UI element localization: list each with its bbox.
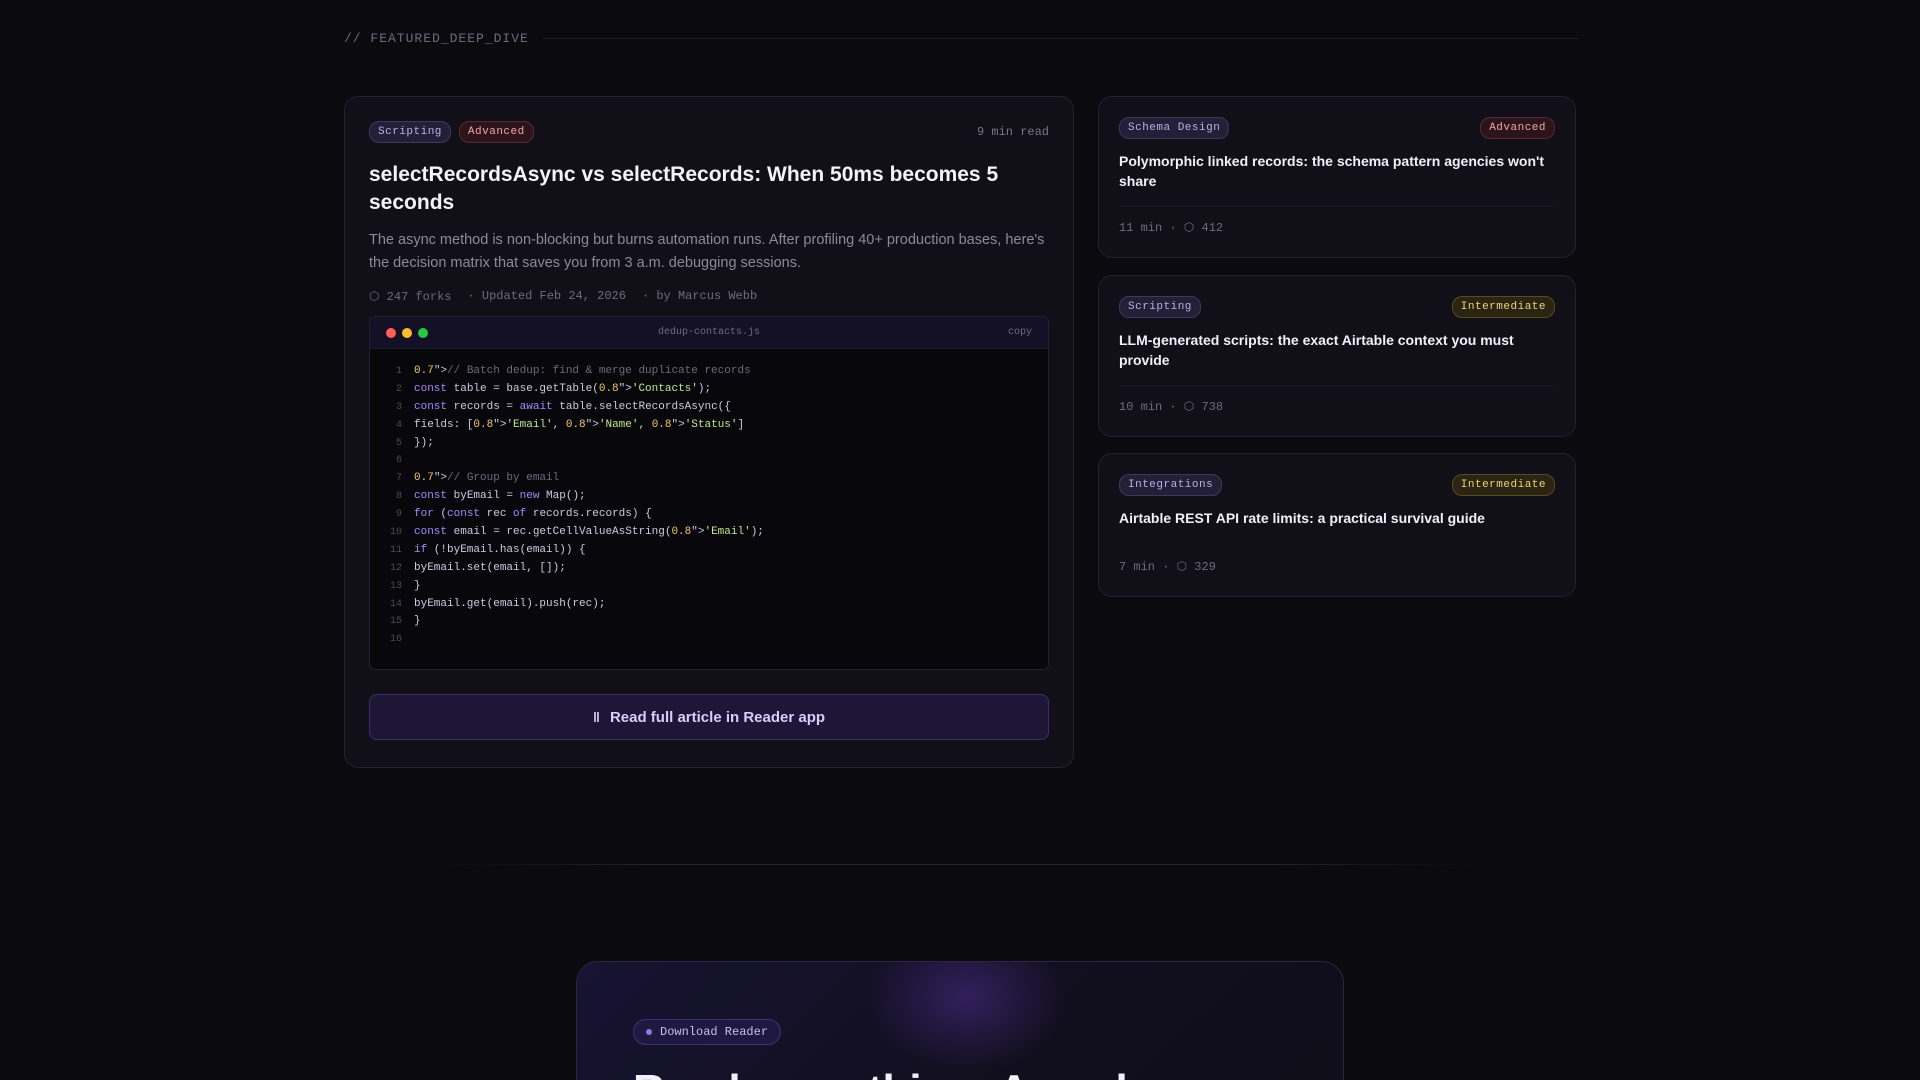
section-divider	[440, 864, 1480, 865]
code-line: 5});	[370, 435, 1048, 453]
featured-tag-row: Scripting Advanced 9 min read	[369, 121, 1049, 143]
code-line: 9 for (const rec of records.records) {	[370, 506, 1048, 524]
divider	[1119, 385, 1555, 386]
line-number: 10	[389, 527, 402, 539]
line-number: 14	[389, 598, 402, 610]
line-number: 15	[389, 616, 402, 628]
side-article-card[interactable]: Integrations Intermediate Airtable REST …	[1098, 453, 1576, 597]
section-rule	[542, 38, 1578, 39]
line-number: 6	[395, 455, 402, 467]
tag-advanced[interactable]: Advanced	[458, 121, 534, 143]
promo-glow	[867, 962, 1067, 1072]
code-text: const table = base.getTable(0.8">'Contac…	[414, 382, 712, 395]
side-article-card[interactable]: Schema Design Advanced Polymorphic linke…	[1098, 96, 1576, 258]
forks-count: ⬡ 247 forks	[369, 290, 452, 304]
code-body: 1 0.7">// Batch dedup: find & merge dupli…	[370, 349, 1048, 649]
code-line: 1 0.7">// Batch dedup: find & merge dupli…	[370, 363, 1048, 381]
code-line: 4 fields: [0.8">'Email', 0.8">'Name', 0.8…	[370, 417, 1048, 435]
code-text: const records = await table.selectRecord…	[414, 400, 731, 413]
featured-description: The async method is non-blocking but bur…	[369, 232, 1045, 271]
tag-level[interactable]: Intermediate	[1451, 296, 1555, 318]
code-text: fields: [0.8">'Email', 0.8">'Name', 0.8"…	[414, 418, 745, 431]
tag-level[interactable]: Advanced	[1480, 117, 1555, 139]
side-article-stats: 11 min · ⬡ 412	[1119, 221, 1224, 235]
line-number: 8	[395, 491, 402, 503]
side-article-title[interactable]: Airtable REST API rate limits: a practic…	[1119, 508, 1555, 528]
line-number: 16	[389, 634, 402, 646]
read-full-article-button[interactable]: ‖ Read full article in Reader app	[369, 694, 1049, 740]
line-number: 7	[395, 473, 402, 485]
code-window: dedup-contacts.js copy 1 0.7">// Batch de…	[369, 316, 1049, 670]
line-number: 11	[389, 544, 402, 556]
tag-level[interactable]: Intermediate	[1451, 474, 1555, 496]
tag-scripting[interactable]: Scripting	[369, 121, 451, 143]
promo-headline: Read everything. Anywh	[633, 1066, 1142, 1080]
code-text: }	[414, 615, 421, 628]
line-number: 3	[395, 401, 402, 413]
copy-button[interactable]: copy	[1008, 327, 1032, 338]
code-line: 11 if (!byEmail.has(email)) {	[370, 542, 1048, 560]
code-line: 2 const table = base.getTable(0.8">'Conta…	[370, 381, 1048, 399]
code-text: const email = rec.getCellValueAsString(0…	[414, 526, 764, 539]
code-line: 14 byEmail.get(email).push(rec);	[370, 596, 1048, 614]
divider	[1119, 206, 1555, 207]
line-number: 1	[395, 366, 402, 377]
download-reader-promo: Download Reader Read everything. Anywh	[576, 961, 1344, 1080]
line-number: 2	[395, 383, 402, 395]
tag-category[interactable]: Schema Design	[1119, 117, 1230, 139]
code-text: if (!byEmail.has(email)) {	[414, 543, 586, 556]
code-line: 7 0.7">// Group by email	[370, 470, 1048, 488]
code-line: 12 byEmail.set(email, []);	[370, 560, 1048, 578]
code-line: 8 const byEmail = new Map();	[370, 488, 1048, 506]
tag-category[interactable]: Integrations	[1119, 474, 1223, 496]
featured-article-card[interactable]: Scripting Advanced 9 min read selectReco…	[344, 96, 1074, 768]
featured-meta: ⬡ 247 forks · Updated Feb 24, 2026 · by …	[369, 289, 1049, 304]
code-text: byEmail.set(email, []);	[414, 561, 566, 574]
side-article-stats: 7 min · ⬡ 329	[1119, 560, 1216, 574]
updated-date: · Updated Feb 24, 2026	[467, 289, 626, 303]
author: · by Marcus Webb	[641, 289, 758, 303]
line-number: 9	[395, 509, 402, 521]
code-text: 0.7">// Group by email	[414, 472, 560, 485]
section-header: // FEATURED_DEEP_DIVE	[344, 31, 1578, 46]
code-line: 15}	[370, 613, 1048, 631]
code-text: for (const rec of records.records) {	[414, 508, 652, 521]
read-full-article-label: Read full article in Reader app	[609, 708, 826, 726]
side-article-stats: 10 min · ⬡ 738	[1119, 400, 1224, 414]
side-article-title[interactable]: Polymorphic linked records: the schema p…	[1119, 151, 1555, 191]
pill-dot-icon	[646, 1029, 652, 1035]
book-icon: ‖	[592, 709, 600, 725]
download-reader-pill[interactable]: Download Reader	[633, 1019, 782, 1045]
tag-category[interactable]: Scripting	[1119, 296, 1201, 318]
code-text: 0.7">// Batch dedup: find & merge duplic…	[414, 365, 751, 377]
code-filename: dedup-contacts.js	[657, 327, 761, 338]
code-text: });	[414, 436, 434, 449]
code-text: }	[414, 579, 421, 592]
code-line: 6	[370, 452, 1048, 470]
code-line: 13}	[370, 578, 1048, 596]
side-article-title[interactable]: LLM-generated scripts: the exact Airtabl…	[1119, 330, 1555, 370]
code-line: 10 const email = rec.getCellValueAsString…	[370, 524, 1048, 542]
featured-title[interactable]: selectRecordsAsync vs selectRecords: Whe…	[369, 161, 1049, 217]
line-number: 5	[395, 437, 402, 449]
code-text: byEmail.get(email).push(rec);	[414, 597, 606, 610]
side-article-card[interactable]: Scripting Intermediate LLM-generated scr…	[1098, 275, 1576, 437]
line-number: 4	[395, 419, 402, 431]
line-number: 13	[389, 580, 402, 592]
read-time: 9 min read	[976, 125, 1049, 139]
line-number: 12	[389, 562, 402, 574]
code-text: const byEmail = new Map();	[414, 490, 586, 503]
download-reader-label: Download Reader	[660, 1025, 769, 1039]
section-label: // FEATURED_DEEP_DIVE	[344, 31, 529, 46]
code-line: 3 const records = await table.selectRecor…	[370, 399, 1048, 417]
code-line: 16	[370, 631, 1048, 649]
code-titlebar: dedup-contacts.js copy	[370, 317, 1048, 349]
